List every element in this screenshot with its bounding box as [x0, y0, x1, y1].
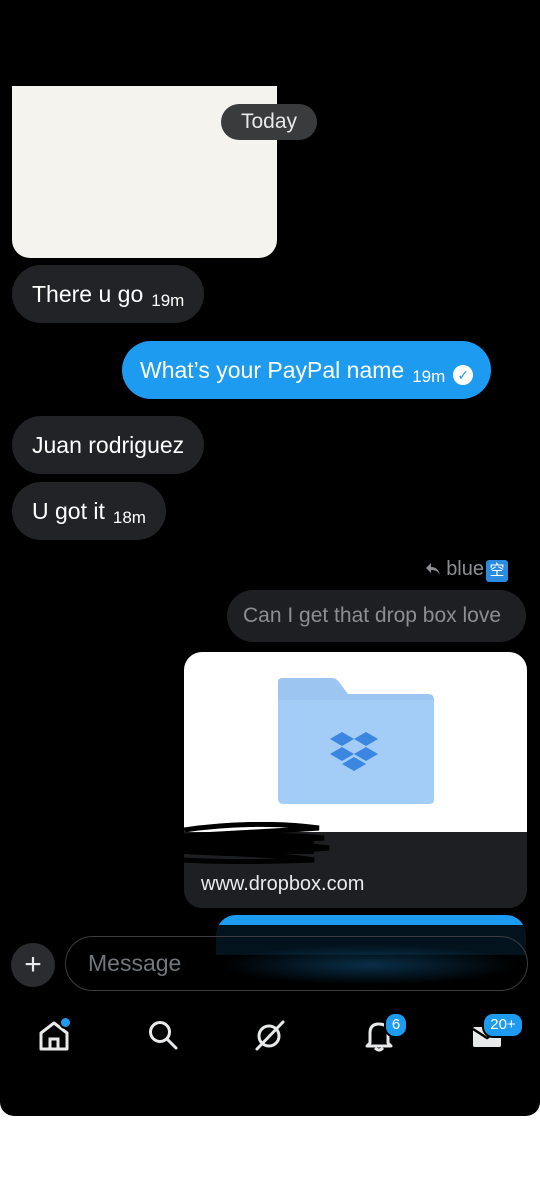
tab-notifications[interactable]: 6	[362, 1012, 408, 1052]
tab-grok[interactable]	[253, 1018, 287, 1052]
reply-to-label: blue 空	[425, 558, 508, 582]
dropbox-folder-icon	[278, 678, 434, 804]
bottom-tab-bar: 6 20+	[0, 1000, 540, 1080]
home-unread-dot	[59, 1016, 72, 1029]
reply-to-name: blue	[446, 558, 484, 580]
add-attachment-button[interactable]: +	[11, 943, 55, 987]
message-text: U got it	[32, 498, 105, 524]
link-preview-card[interactable]: www.dropbox.com	[184, 652, 527, 908]
redaction-scribble	[184, 822, 330, 864]
reply-arrow-icon	[425, 558, 447, 580]
notifications-badge: 6	[384, 1012, 408, 1038]
message-incoming[interactable]: There u go 19m	[12, 265, 205, 323]
grok-icon	[255, 1020, 285, 1051]
link-domain: www.dropbox.com	[201, 873, 365, 895]
read-check-icon: ✓	[453, 365, 474, 385]
tab-messages[interactable]: 20+	[470, 1012, 524, 1052]
message-timestamp: 19m	[412, 367, 446, 386]
message-outgoing[interactable]: What’s your PayPal name 19m ✓	[122, 341, 492, 399]
date-divider: Today	[221, 104, 318, 140]
message-text: What’s your PayPal name	[140, 357, 405, 383]
message-incoming[interactable]: U got it 18m	[12, 482, 166, 540]
tab-home[interactable]	[37, 1016, 72, 1052]
message-text: Juan rodriguez	[32, 432, 185, 458]
dm-screen: Today There u go 19m What’s your PayPal n…	[0, 0, 540, 1116]
tab-search[interactable]	[146, 1018, 180, 1052]
message-incoming[interactable]: Juan rodriguez	[12, 416, 205, 474]
messages-badge: 20+	[482, 1012, 524, 1038]
reply-to-badge: 空	[486, 560, 508, 582]
message-timestamp: 19m	[151, 291, 185, 310]
message-text: There u go	[32, 281, 144, 307]
search-icon	[149, 1021, 178, 1050]
message-input[interactable]	[65, 936, 528, 991]
quoted-message[interactable]: Can I get that drop box love	[227, 590, 526, 642]
link-preview-image	[184, 652, 527, 832]
message-timestamp: 18m	[112, 508, 146, 527]
